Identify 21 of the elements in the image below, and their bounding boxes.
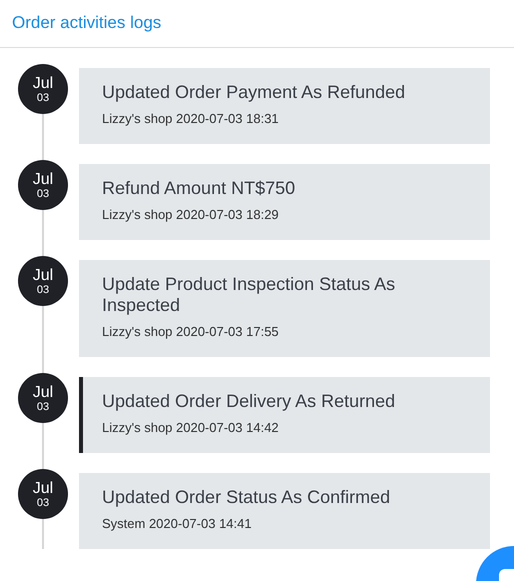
activity-title: Update Product Inspection Status As Inspected <box>102 274 396 316</box>
activity-meta: Lizzy's shop 2020-07-03 14:42 <box>102 420 280 436</box>
month-label: Jul <box>32 266 54 284</box>
month-label: Jul <box>32 74 54 92</box>
day-label: 03 <box>36 400 50 412</box>
month-label: Jul <box>32 170 54 188</box>
day-label: 03 <box>36 188 50 200</box>
activity-title: Updated Order Status As Confirmed <box>102 487 392 508</box>
section-title-link[interactable]: Order activities logs <box>12 13 162 32</box>
activity-meta: Lizzy's shop 2020-07-03 18:31 <box>102 111 280 127</box>
day-label: 03 <box>36 92 50 104</box>
activity-title: Updated Order Delivery As Returned <box>102 391 396 412</box>
activity-meta: Lizzy's shop 2020-07-03 17:55 <box>102 324 280 340</box>
activity-title: Refund Amount NT$750 <box>102 178 296 199</box>
activity-title: Updated Order Payment As Refunded <box>102 82 406 103</box>
day-label: 03 <box>36 284 50 296</box>
month-label: Jul <box>32 480 54 496</box>
month-label: Jul <box>32 384 54 400</box>
day-label: 03 <box>36 496 50 508</box>
activity-meta: Lizzy's shop 2020-07-03 18:29 <box>102 207 280 223</box>
activity-meta: System 2020-07-03 14:41 <box>102 516 253 532</box>
